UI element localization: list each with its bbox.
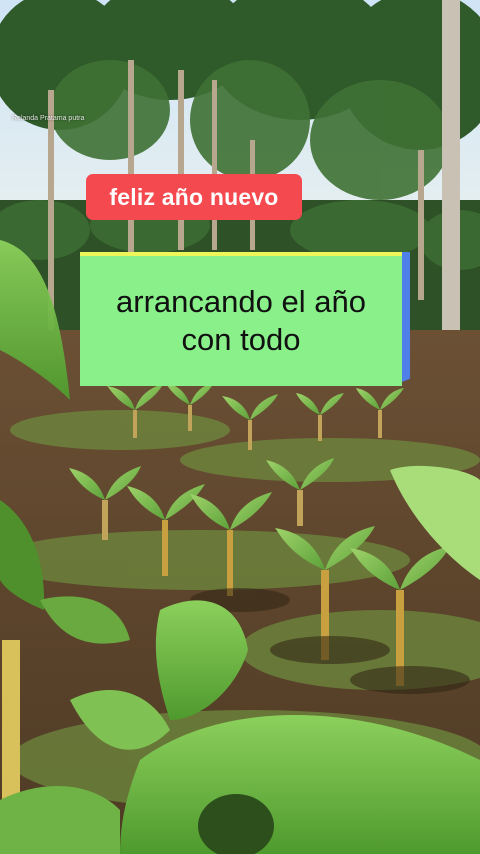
greeting-caption-text: feliz año nuevo [109,183,279,210]
main-caption: arrancando el año con todo [80,252,412,388]
main-caption-line-2: con todo [181,322,301,357]
banana-plantation-photo [0,0,480,854]
watermark-text: Relanda Pratama putra [12,115,85,122]
main-caption-line-1: arrancando el año [116,284,366,319]
greeting-caption: feliz año nuevo [86,174,302,220]
main-caption-box: arrancando el año con todo [80,256,402,386]
